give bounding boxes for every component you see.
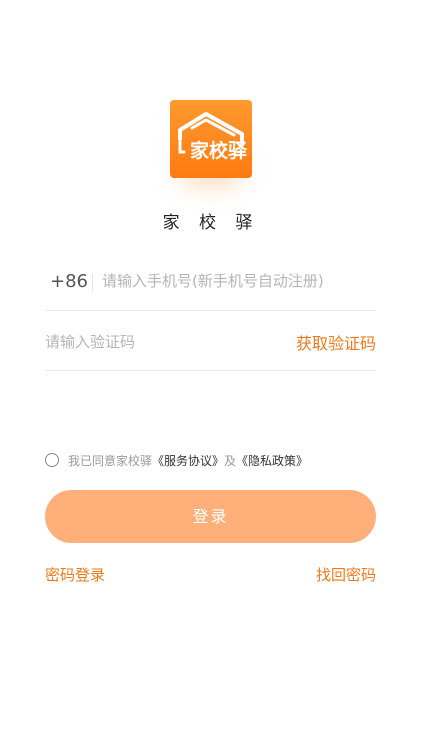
verify-code-row: 获取验证码 [45, 324, 376, 371]
get-code-button[interactable]: 获取验证码 [296, 330, 376, 354]
phone-field-row: +86 [45, 262, 376, 311]
agreement-row: 我已同意家校驿 《服务协议》 及 《隐私政策》 [45, 450, 308, 470]
agreement-prefix: 我已同意家校驿 [68, 453, 153, 468]
country-code-divider [92, 274, 93, 292]
password-login-link[interactable]: 密码登录 [45, 564, 105, 585]
find-password-link[interactable]: 找回密码 [316, 564, 376, 585]
service-agreement-link[interactable]: 《服务协议》 [152, 452, 224, 469]
app-title: 家 校 驿 [162, 213, 260, 233]
logo-tile: 家校驿 [170, 100, 252, 178]
verify-code-input[interactable] [45, 327, 265, 357]
privacy-policy-link[interactable]: 《隐私政策》 [236, 452, 308, 469]
phone-input[interactable] [102, 266, 372, 296]
agreement-conjunction: 及 [224, 453, 237, 468]
login-button[interactable]: 登录 [45, 490, 376, 543]
country-code-selector[interactable]: +86 [50, 271, 88, 292]
app-logo: 家校驿 [170, 100, 252, 188]
logo-text: 家校驿 [190, 140, 248, 162]
agreement-checkbox[interactable] [45, 453, 59, 467]
